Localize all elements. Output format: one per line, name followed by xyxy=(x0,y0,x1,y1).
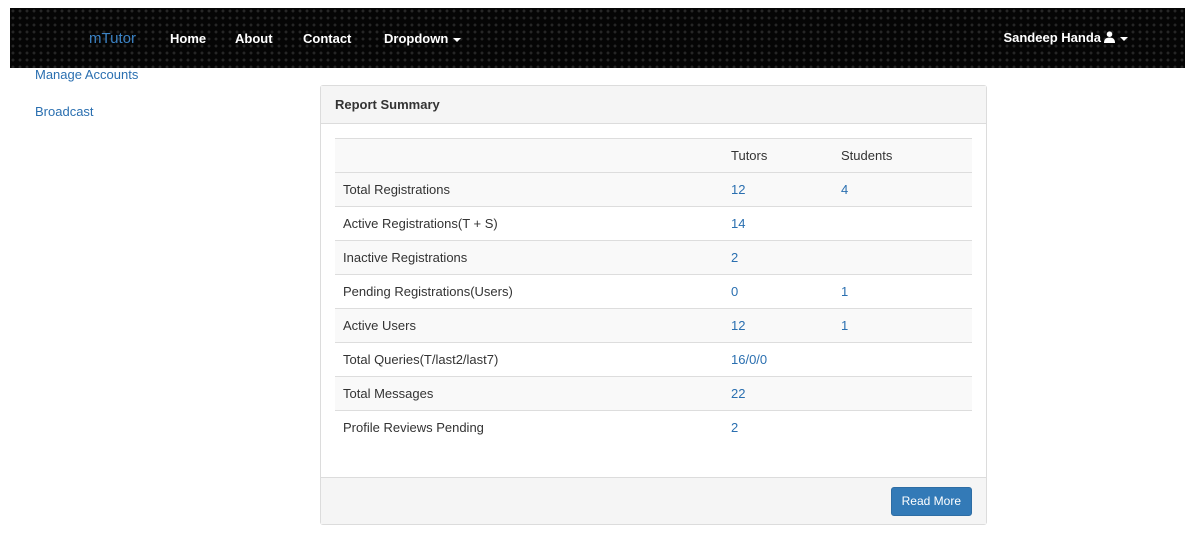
report-summary-panel: Report Summary Tutors Students Total Reg… xyxy=(320,85,987,525)
tutors-value[interactable]: 2 xyxy=(723,240,833,275)
students-value xyxy=(833,376,972,411)
sidebar-item-manage-accounts[interactable]: Manage Accounts xyxy=(35,67,138,82)
tutors-value[interactable]: 16/0/0 xyxy=(723,342,833,377)
nav-dropdown[interactable]: Dropdown xyxy=(384,31,462,46)
user-menu[interactable]: Sandeep Handa xyxy=(1003,30,1128,45)
top-navbar: mTutor Home About Contact Dropdown Sande… xyxy=(10,8,1185,68)
column-header-students: Students xyxy=(833,138,972,173)
table-row: Total Registrations 12 4 xyxy=(335,172,972,207)
row-label: Pending Registrations(Users) xyxy=(335,274,723,309)
report-table: Tutors Students Total Registrations 12 4… xyxy=(335,138,972,445)
nav-dropdown-label: Dropdown xyxy=(384,31,449,46)
students-value xyxy=(833,342,972,377)
brand-link[interactable]: mTutor xyxy=(89,30,136,47)
students-value[interactable]: 1 xyxy=(833,308,972,343)
chevron-down-icon xyxy=(453,37,462,42)
tutors-value[interactable]: 14 xyxy=(723,206,833,241)
table-row: Total Queries(T/last2/last7) 16/0/0 xyxy=(335,342,972,377)
table-row: Pending Registrations(Users) 0 1 xyxy=(335,274,972,309)
user-name: Sandeep Handa xyxy=(1003,30,1101,45)
nav-contact[interactable]: Contact xyxy=(303,31,351,46)
table-row: Inactive Registrations 2 xyxy=(335,240,972,275)
row-label: Inactive Registrations xyxy=(335,240,723,275)
user-icon xyxy=(1104,31,1115,43)
students-value xyxy=(833,410,972,445)
sidebar-item-broadcast[interactable]: Broadcast xyxy=(35,104,94,119)
row-label: Total Queries(T/last2/last7) xyxy=(335,342,723,377)
read-more-button[interactable]: Read More xyxy=(890,487,972,516)
row-label: Profile Reviews Pending xyxy=(335,410,723,445)
table-header-row: Tutors Students xyxy=(335,138,972,173)
tutors-value[interactable]: 12 xyxy=(723,308,833,343)
column-header-tutors: Tutors xyxy=(723,138,833,173)
chevron-down-icon xyxy=(1120,36,1128,41)
students-value xyxy=(833,240,972,275)
panel-title: Report Summary xyxy=(321,86,986,124)
table-row: Profile Reviews Pending 2 xyxy=(335,410,972,445)
table-row: Active Users 12 1 xyxy=(335,308,972,343)
nav-home[interactable]: Home xyxy=(170,31,206,46)
students-value xyxy=(833,206,972,241)
tutors-value[interactable]: 22 xyxy=(723,376,833,411)
row-label: Total Registrations xyxy=(335,172,723,207)
table-row: Total Messages 22 xyxy=(335,376,972,411)
row-label: Total Messages xyxy=(335,376,723,411)
tutors-value[interactable]: 12 xyxy=(723,172,833,207)
column-header-label xyxy=(335,138,723,173)
row-label: Active Registrations(T + S) xyxy=(335,206,723,241)
panel-footer: Read More xyxy=(321,477,986,524)
tutors-value[interactable]: 2 xyxy=(723,410,833,445)
students-value[interactable]: 4 xyxy=(833,172,972,207)
students-value[interactable]: 1 xyxy=(833,274,972,309)
nav-about[interactable]: About xyxy=(235,31,273,46)
tutors-value[interactable]: 0 xyxy=(723,274,833,309)
table-row: Active Registrations(T + S) 14 xyxy=(335,206,972,241)
row-label: Active Users xyxy=(335,308,723,343)
